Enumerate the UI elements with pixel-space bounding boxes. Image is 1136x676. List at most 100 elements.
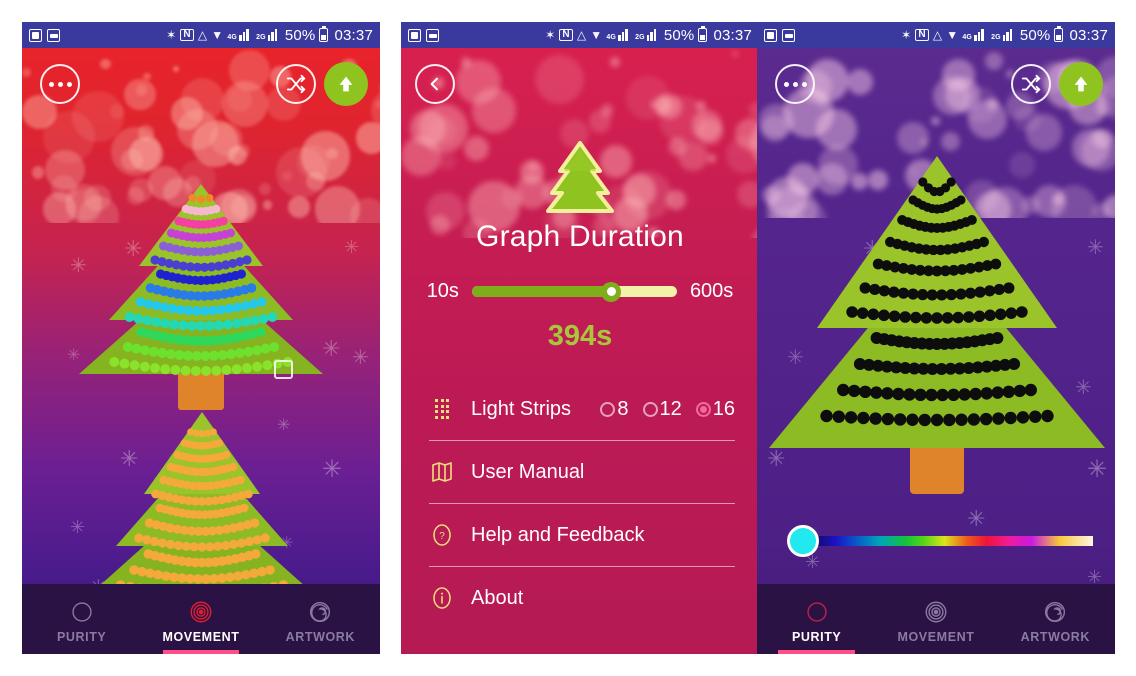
led-dot <box>832 410 845 423</box>
settings-row-user-manual[interactable]: User Manual <box>429 441 735 503</box>
led-dot <box>211 365 222 376</box>
shuffle-button[interactable] <box>1011 64 1051 104</box>
nav-active-underline <box>778 650 855 654</box>
christmas-tree-top[interactable] <box>70 178 332 426</box>
led-dot <box>1016 306 1028 318</box>
duration-slider[interactable] <box>471 281 677 302</box>
led-dot <box>187 320 198 331</box>
settings-row-light-strips[interactable]: Light Strips 8 12 16 <box>429 378 735 440</box>
screenshot-icon <box>408 28 421 42</box>
bokeh-circle <box>665 189 687 210</box>
led-dot <box>903 388 916 401</box>
led-dot <box>943 413 956 427</box>
led-dot <box>1004 411 1017 425</box>
radio-label: 8 <box>617 397 629 420</box>
led-dot <box>142 315 153 326</box>
battery-percent: 50% <box>1019 26 1051 44</box>
radio-option-12[interactable]: 12 <box>642 398 682 421</box>
led-dot <box>857 411 870 425</box>
bokeh-circle <box>464 135 489 161</box>
nav-item-artwork[interactable]: ARTWORK <box>261 584 380 654</box>
back-button[interactable] <box>415 64 455 104</box>
signal-4g-icon: 4G <box>962 29 987 41</box>
led-dot <box>208 350 219 361</box>
nav-item-movement[interactable]: MOVEMENT <box>141 584 260 654</box>
led-dot <box>142 535 152 545</box>
led-dot <box>917 289 929 301</box>
nav-item-purity[interactable]: PURITY <box>22 584 141 654</box>
led-dot <box>131 343 142 354</box>
led-dot <box>260 343 271 354</box>
status-bar: ✶ N △ ▼ 4G 2G 50% 03:37 <box>757 22 1115 48</box>
radio-button <box>642 401 658 417</box>
menu-dots-button[interactable] <box>40 64 80 104</box>
led-dot <box>143 299 154 309</box>
led-dot <box>1002 385 1015 399</box>
circle-icon <box>807 601 827 622</box>
led-dot <box>867 308 880 321</box>
radio-button <box>695 401 711 417</box>
spiral-icon <box>310 601 331 622</box>
led-dot <box>183 350 194 361</box>
led-dot <box>236 475 245 485</box>
led-dot <box>169 319 180 330</box>
led-dot <box>189 542 199 552</box>
led-dot <box>217 350 228 361</box>
upload-button[interactable] <box>1059 62 1103 106</box>
signal-4g-icon: 4G <box>227 29 252 41</box>
clock: 03:37 <box>1069 26 1108 44</box>
radio-option-16[interactable]: 16 <box>695 398 735 421</box>
led-dot <box>173 540 183 551</box>
led-dot <box>267 312 278 322</box>
led-dot <box>984 309 996 322</box>
led-dot <box>211 204 221 214</box>
led-dot <box>906 413 919 426</box>
nav-item-artwork[interactable]: ARTWORK <box>996 584 1115 654</box>
led-dot <box>1041 409 1054 423</box>
christmas-tree-large[interactable] <box>767 148 1107 508</box>
bokeh-circle <box>759 103 794 139</box>
screenshot-canvas: ✶ N △ ▼ 4G 2G 50% 03:37 ✳✳✳✳✳✳✳✳✳✳✳✳ <box>0 0 1136 676</box>
stop-square-indicator[interactable] <box>274 360 293 379</box>
menu-dots-button[interactable] <box>775 64 815 104</box>
radio-option-8[interactable]: 8 <box>600 397 629 421</box>
gallery-icon <box>426 28 439 42</box>
led-dot <box>228 539 239 549</box>
snowflake-icon: ✳ <box>352 347 369 369</box>
bokeh-circle <box>428 116 457 145</box>
upload-button[interactable] <box>324 62 368 106</box>
color-slider-thumb[interactable] <box>787 525 819 557</box>
led-dot <box>994 308 1007 321</box>
led-dot <box>157 348 168 359</box>
concentric-circles-icon <box>190 601 212 622</box>
led-dot <box>190 365 201 376</box>
led-dot <box>241 569 251 580</box>
bokeh-circle <box>737 181 759 208</box>
led-dot <box>878 309 890 322</box>
slider-thumb[interactable] <box>601 281 622 302</box>
nav-item-purity[interactable]: PURITY <box>757 584 876 654</box>
led-dot <box>243 346 254 357</box>
led-dot <box>888 310 901 323</box>
snowflake-icon: ✳ <box>344 237 360 257</box>
nfc-icon: N <box>559 29 573 41</box>
led-dot <box>159 302 170 313</box>
led-dot <box>974 286 986 298</box>
led-dot <box>165 349 176 360</box>
settings-row-about[interactable]: About <box>429 567 735 629</box>
phone-panel-movement: ✶ N △ ▼ 4G 2G 50% 03:37 ✳✳✳✳✳✳✳✳✳✳✳✳ <box>22 22 380 654</box>
settings-row-help-and-feedback[interactable]: ? Help and Feedback <box>429 504 735 566</box>
download-icon: ▼ <box>946 28 959 42</box>
color-slider-row <box>787 524 1093 558</box>
shuffle-button[interactable] <box>276 64 316 104</box>
led-dot <box>251 345 262 356</box>
settings-list: Light Strips 8 12 16 User Manual? Help and Fe… <box>429 378 735 629</box>
color-spectrum-track[interactable] <box>813 536 1093 546</box>
question-circle-icon: ? <box>429 523 455 547</box>
info-circle-icon <box>429 586 455 610</box>
led-dot <box>160 364 171 375</box>
snowflake-icon: ✳ <box>322 456 343 483</box>
led-dot <box>956 195 966 205</box>
nav-item-movement[interactable]: MOVEMENT <box>876 584 995 654</box>
signal-4g-icon: 4G <box>606 29 631 41</box>
